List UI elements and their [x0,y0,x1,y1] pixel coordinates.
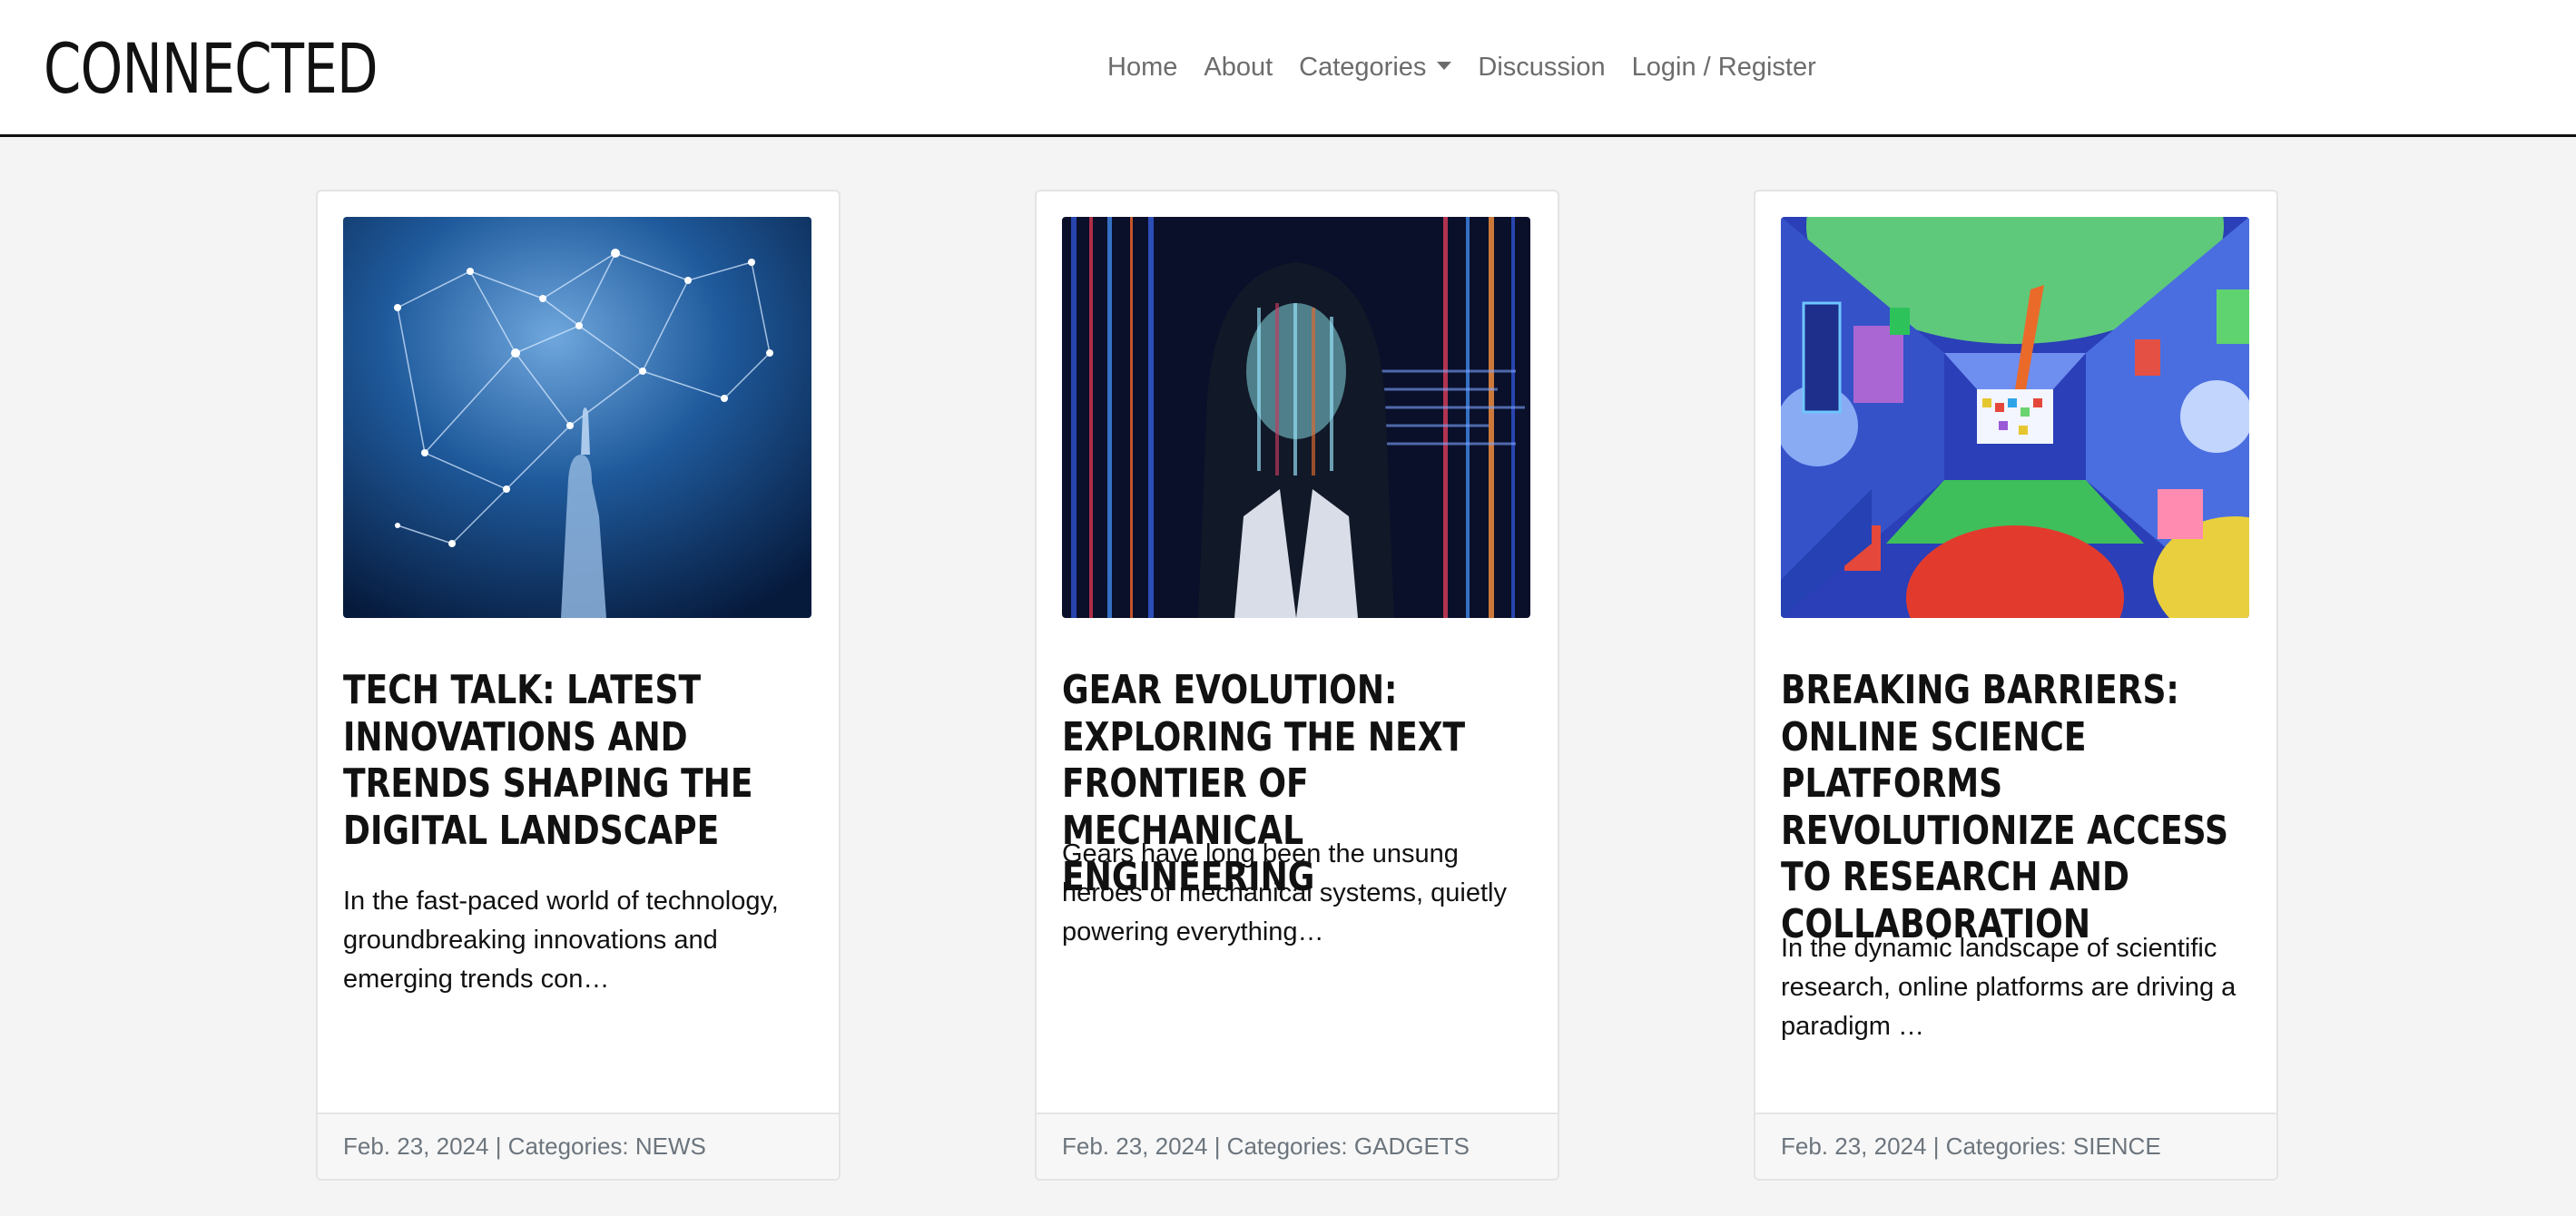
categories-label: | Categories: [1214,1133,1348,1160]
nav-links: Home About Categories Discussion Login /… [1107,46,1816,88]
categories-label: | Categories: [1932,1133,2067,1160]
nav-about[interactable]: About [1204,46,1273,88]
post-excerpt: In the dynamic landscape of scientific r… [1781,934,2237,1041]
post-card[interactable]: TECH TALK: LATEST INNOVATIONS AND TRENDS… [316,190,841,1181]
nav-categories-label: Categories [1299,53,1427,82]
post-card[interactable]: GEAR EVOLUTION: EXPLORING THE NEXT FRONT… [1035,190,1559,1181]
post-excerpt: Gears have long been the unsung heroes o… [1062,839,1507,946]
category-link[interactable]: GADGETS [1354,1133,1470,1160]
nav-login-register[interactable]: Login / Register [1632,46,1816,88]
category-link[interactable]: NEWS [635,1133,706,1160]
post-excerpt: In the fast-paced world of technology, g… [343,887,779,994]
post-date: Feb. 23, 2024 [1062,1133,1208,1160]
network-hand-image[interactable] [343,217,811,618]
nav-home[interactable]: Home [1107,46,1177,88]
caret-down-icon [1437,61,1452,70]
post-title[interactable]: TECH TALK: LATEST INNOVATIONS AND TRENDS… [343,667,820,854]
post-date: Feb. 23, 2024 [1781,1133,1927,1160]
post-meta: Feb. 23, 2024 | Categories: GADGETS [1037,1113,1558,1179]
nav-categories-dropdown[interactable]: Categories [1299,46,1452,88]
site-brand[interactable]: CONNECTED [44,24,379,114]
code-projection-portrait-image[interactable] [1062,217,1530,618]
abstract-corridor-image[interactable] [1781,217,2249,618]
post-meta: Feb. 23, 2024 | Categories: SIENCE [1755,1113,2276,1179]
post-title[interactable]: BREAKING BARRIERS: ONLINE SCIENCE PLATFO… [1781,667,2257,947]
category-link[interactable]: SIENCE [2073,1133,2161,1160]
nav-discussion[interactable]: Discussion [1478,46,1605,88]
top-navbar: CONNECTED Home About Categories Discussi… [0,0,2576,137]
post-meta: Feb. 23, 2024 | Categories: NEWS [318,1113,839,1179]
post-card[interactable]: BREAKING BARRIERS: ONLINE SCIENCE PLATFO… [1754,190,2278,1181]
post-date: Feb. 23, 2024 [343,1133,489,1160]
categories-label: | Categories: [495,1133,629,1160]
